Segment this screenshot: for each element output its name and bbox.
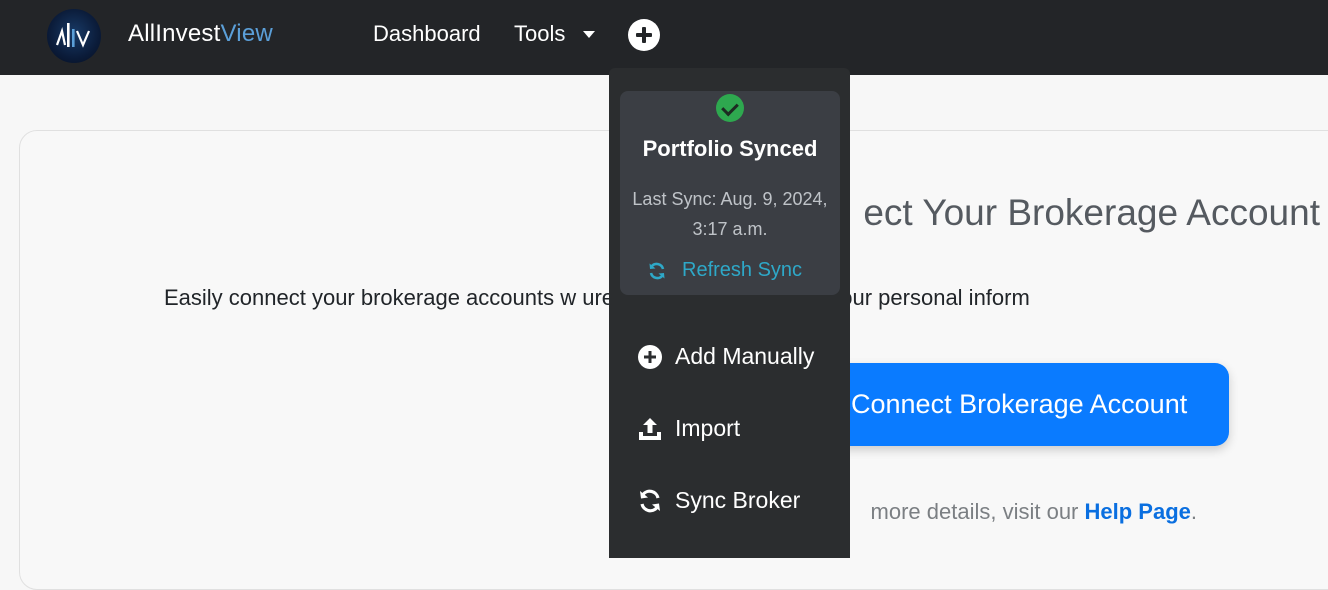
nav-dashboard[interactable]: Dashboard	[373, 21, 481, 47]
add-plus-icon-button[interactable]	[628, 19, 660, 51]
plus-circle-icon	[638, 345, 662, 369]
last-sync-line2: 3:17 a.m.	[692, 219, 768, 239]
refresh-sync-label: Refresh Sync	[682, 259, 803, 281]
menu-import-label: Import	[675, 415, 741, 441]
menu-sync-broker[interactable]: Sync Broker	[609, 476, 850, 524]
sync-icon	[640, 489, 660, 513]
upload-icon	[639, 418, 661, 440]
help-prefix: more details, visit our	[870, 499, 1085, 524]
connect-brokerage-button[interactable]: Connect Brokerage Account	[790, 363, 1229, 446]
connect-button-label: Connect Brokerage Account	[851, 389, 1188, 419]
check-circle-icon	[716, 94, 744, 122]
last-sync-time: Last Sync: Aug. 9, 2024, 3:17 a.m.	[620, 184, 840, 244]
refresh-icon	[649, 262, 665, 280]
caret-down-icon[interactable]	[583, 31, 595, 38]
brand-main: AllInvest	[128, 20, 221, 47]
navbar: AllInvestView Dashboard Tools	[0, 0, 1328, 75]
menu-add-manually-label: Add Manually	[675, 343, 815, 369]
menu-add-manually[interactable]: Add Manually	[609, 332, 850, 380]
menu-sync-broker-label: Sync Broker	[675, 487, 801, 513]
nav-tools[interactable]: Tools	[514, 21, 565, 47]
sync-status-title: Portfolio Synced	[642, 136, 818, 161]
last-sync-line1: Last Sync: Aug. 9, 2024,	[632, 189, 828, 209]
add-dropdown-menu: Portfolio Synced Last Sync: Aug. 9, 2024…	[609, 68, 850, 558]
help-suffix: .	[1190, 499, 1197, 524]
help-page-link[interactable]: Help Page	[1085, 499, 1191, 524]
logo-icon[interactable]	[47, 9, 101, 63]
brand-name[interactable]: AllInvestView	[128, 20, 273, 48]
brand-accent: View	[220, 20, 273, 47]
sync-status-card: Portfolio Synced Last Sync: Aug. 9, 2024…	[620, 91, 840, 295]
menu-import[interactable]: Import	[609, 404, 850, 452]
